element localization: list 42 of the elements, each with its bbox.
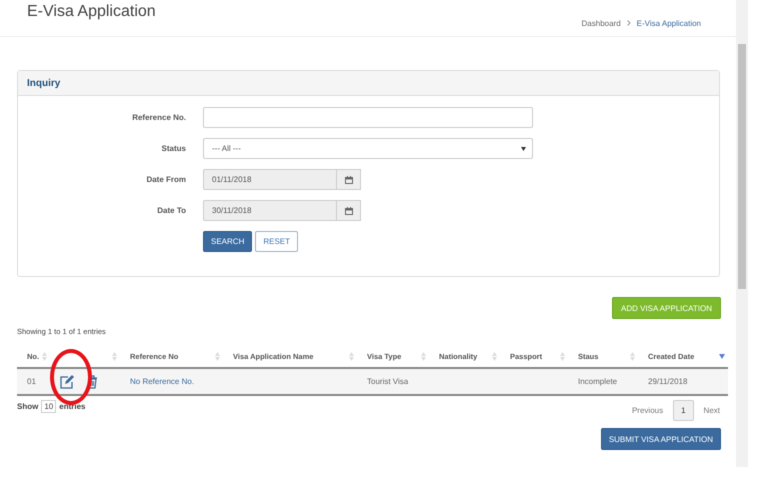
- sort-icon[interactable]: [630, 352, 635, 360]
- calendar-icon: [344, 176, 352, 184]
- sort-icon[interactable]: [349, 352, 354, 360]
- sort-icon[interactable]: [42, 352, 47, 360]
- sort-icon[interactable]: [112, 352, 117, 360]
- panel-heading: Inquiry: [18, 71, 719, 96]
- reference-link[interactable]: No Reference No.: [120, 377, 223, 386]
- sort-icon[interactable]: [560, 352, 565, 360]
- field-label: Reference No.: [131, 113, 187, 122]
- table-cell-text: 01: [26, 377, 37, 386]
- sort-icon[interactable]: [421, 352, 426, 360]
- next-link[interactable]: Next: [704, 406, 720, 415]
- entries-label: entries: [59, 402, 86, 411]
- submit-application-button[interactable]: SUBMIT VISA APPLICATION: [600, 428, 721, 450]
- previous-link[interactable]: Previous: [632, 406, 664, 415]
- page-length-select[interactable]: 10: [41, 400, 56, 413]
- calendar-button[interactable]: [337, 169, 361, 190]
- caret-icon: [521, 146, 526, 150]
- show-label: Show: [17, 402, 38, 411]
- field-label: Date To: [156, 206, 187, 215]
- sort-icon[interactable]: [492, 352, 497, 360]
- calendar-icon: [344, 206, 352, 214]
- breadcrumb-link[interactable]: E-Visa Application: [636, 18, 701, 28]
- field-label: Date From: [145, 175, 187, 184]
- table-cell-text: Incomplete: [577, 377, 618, 386]
- table-cell-text: Tourist Visa: [366, 377, 410, 386]
- table-cell-text: 29/11/2018: [647, 377, 688, 386]
- breadcrumb-link[interactable]: Dashboard: [582, 18, 621, 28]
- chevron-icon: [626, 20, 631, 26]
- sort-icon[interactable]: [215, 352, 220, 360]
- edit-icon[interactable]: [59, 374, 74, 388]
- field-label: Status: [160, 144, 187, 153]
- scrollbar[interactable]: [736, 0, 748, 467]
- calendar-button[interactable]: [337, 200, 361, 221]
- status-dropdown[interactable]: --- All ---: [203, 138, 533, 159]
- reset-button[interactable]: RESET: [255, 231, 298, 252]
- search-button[interactable]: SEARCH: [203, 231, 252, 252]
- scrollbar-thumb[interactable]: [738, 44, 746, 289]
- sort-descending-icon[interactable]: [719, 354, 725, 358]
- page-title: E-Visa Application: [27, 3, 156, 22]
- page-button[interactable]: 1: [673, 400, 694, 421]
- reference-no-field[interactable]: [203, 107, 533, 128]
